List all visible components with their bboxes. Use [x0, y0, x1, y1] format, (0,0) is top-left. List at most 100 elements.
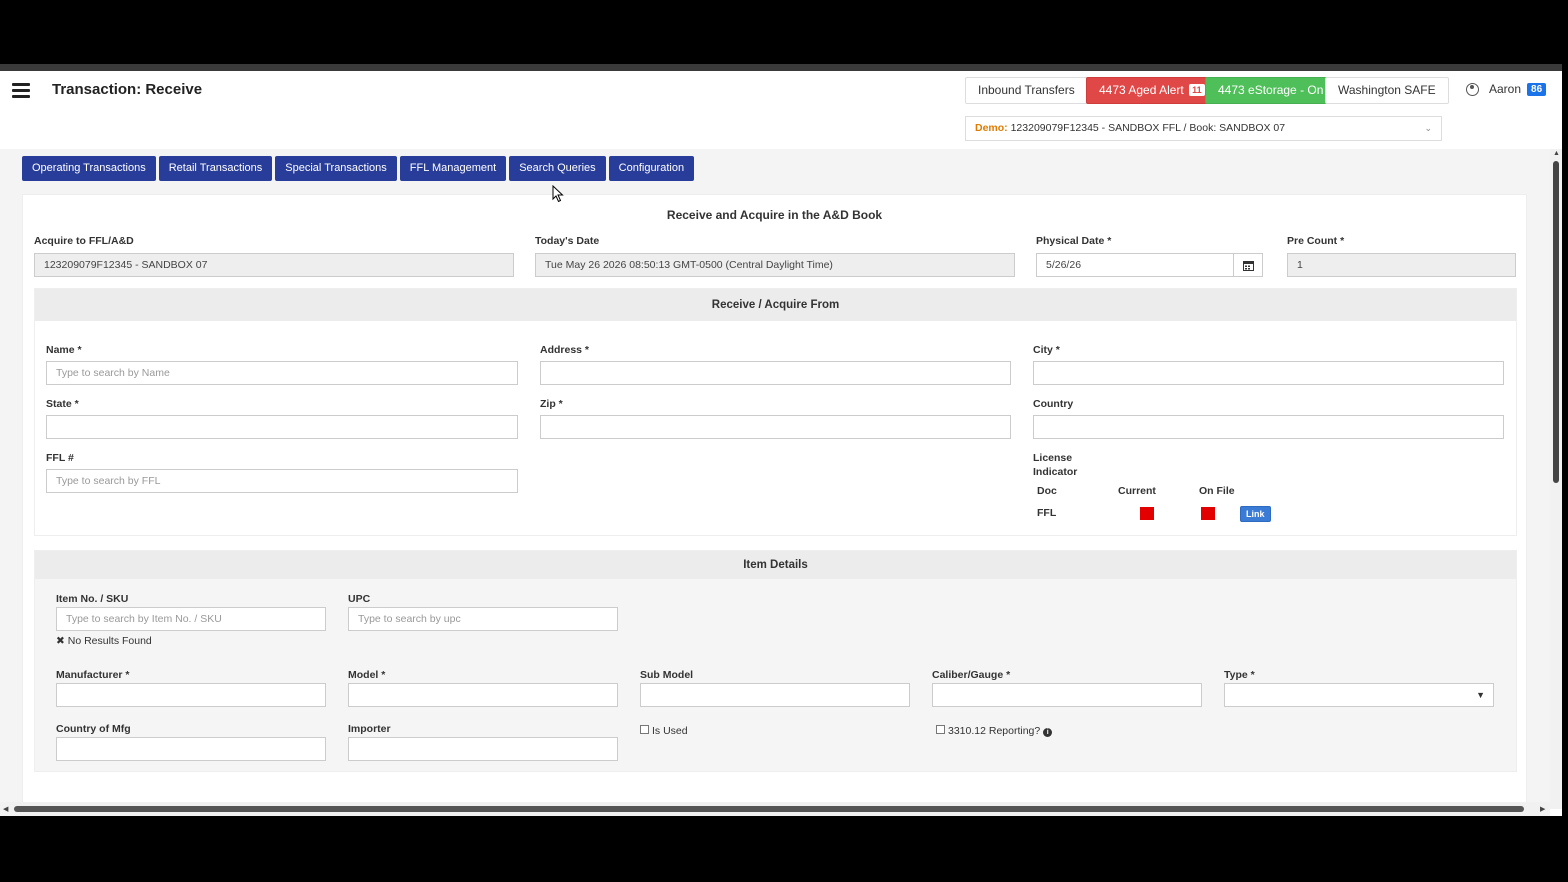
- calendar-icon: [1243, 261, 1254, 271]
- zip-input[interactable]: [540, 415, 1011, 439]
- estorage-button[interactable]: 4473 eStorage - On: [1205, 77, 1337, 104]
- model-input[interactable]: [348, 683, 618, 707]
- submodel-label: Sub Model: [640, 669, 694, 681]
- state-input[interactable]: [46, 415, 518, 439]
- caliber-label: Caliber/Gauge *: [932, 669, 1011, 681]
- demo-label: Demo:: [975, 122, 1008, 134]
- user-icon: [1466, 82, 1479, 96]
- submodel-input[interactable]: [640, 683, 910, 707]
- aged-alert-label: 4473 Aged Alert: [1099, 83, 1184, 97]
- is-used-checkbox[interactable]: [640, 725, 649, 734]
- physical-date-label: Physical Date *: [1036, 235, 1112, 247]
- importer-input[interactable]: [348, 737, 618, 761]
- license-indicator-label-1: License: [1033, 452, 1073, 464]
- item-details-body: Item No. / SKU ✖ No Results Found UPC Ma…: [35, 579, 1516, 771]
- name-label: Name *: [46, 344, 82, 356]
- physical-date-field[interactable]: [1036, 253, 1234, 277]
- scroll-left-icon[interactable]: ◀: [3, 805, 8, 813]
- pre-count-field[interactable]: [1287, 253, 1516, 277]
- col-current-header: Current: [1118, 485, 1156, 497]
- chevron-down-icon: ▼: [1476, 690, 1485, 700]
- tab-search-queries[interactable]: Search Queries: [509, 156, 606, 181]
- col-onfile-header: On File: [1199, 485, 1235, 497]
- receive-from-body: Name * Address * City * State * Zip * Co…: [35, 321, 1516, 535]
- washington-safe-button[interactable]: Washington SAFE: [1325, 77, 1449, 104]
- type-select[interactable]: ▼: [1224, 683, 1494, 707]
- horizontal-scrollbar[interactable]: ◀ ▶: [0, 802, 1550, 816]
- todays-date-field[interactable]: [535, 253, 1015, 277]
- item-details-section: Item Details Item No. / SKU ✖ No Results…: [34, 550, 1517, 772]
- manufacturer-label: Manufacturer *: [56, 669, 130, 681]
- country-mfg-label: Country of Mfg: [56, 723, 131, 735]
- pre-count-label: Pre Count *: [1287, 235, 1345, 247]
- city-input[interactable]: [1033, 361, 1504, 385]
- user-menu[interactable]: Aaron 86: [1466, 82, 1547, 96]
- license-indicator-label-2: Indicator: [1033, 466, 1078, 478]
- todays-date-label: Today's Date: [535, 235, 600, 247]
- app-window: Transaction: Receive Inbound Transfers 4…: [0, 64, 1562, 816]
- address-input[interactable]: [540, 361, 1011, 385]
- mouse-cursor-icon: [552, 185, 564, 203]
- tab-configuration[interactable]: Configuration: [608, 156, 695, 181]
- is-used-label: Is Used: [652, 725, 688, 737]
- scroll-up-icon[interactable]: ▲: [1553, 150, 1560, 157]
- horizontal-scroll-thumb[interactable]: [14, 806, 1524, 812]
- chevron-down-icon: ⌄: [1424, 123, 1432, 133]
- hamburger-menu-icon[interactable]: [12, 83, 30, 99]
- info-icon[interactable]: i: [1043, 728, 1053, 737]
- receive-from-title: Receive / Acquire From: [35, 289, 1516, 321]
- country-input[interactable]: [1033, 415, 1504, 439]
- sku-input[interactable]: [56, 607, 326, 631]
- header: Transaction: Receive Inbound Transfers 4…: [0, 71, 1562, 149]
- form-title: Receive and Acquire in the A&D Book: [666, 208, 883, 222]
- reporting-checkbox[interactable]: [936, 725, 945, 734]
- country-mfg-input[interactable]: [56, 737, 326, 761]
- vertical-scrollbar[interactable]: ▲: [1550, 149, 1562, 809]
- tab-ffl-management[interactable]: FFL Management: [399, 156, 507, 181]
- aged-alert-count-badge: 11: [1189, 84, 1205, 96]
- name-input[interactable]: [46, 361, 518, 385]
- sku-label: Item No. / SKU: [56, 593, 129, 605]
- tab-operating-transactions[interactable]: Operating Transactions: [22, 156, 156, 181]
- acquire-field[interactable]: [34, 253, 514, 277]
- inbound-transfers-button[interactable]: Inbound Transfers: [965, 77, 1088, 104]
- reporting-label: 3310.12 Reporting?: [948, 725, 1041, 737]
- book-select-value: 123209079F12345 - SANDBOX FFL / Book: SA…: [1010, 122, 1286, 134]
- no-results-message: ✖ No Results Found: [56, 635, 152, 647]
- nav-tabs: Operating Transactions Retail Transactio…: [22, 156, 697, 181]
- no-results-text: No Results Found: [67, 635, 152, 647]
- country-label: Country: [1033, 398, 1074, 410]
- reporting-option: 3310.12 Reporting? i: [948, 725, 1053, 737]
- manufacturer-input[interactable]: [56, 683, 326, 707]
- ffl-label: FFL #: [46, 452, 74, 464]
- caliber-input[interactable]: [932, 683, 1202, 707]
- close-icon: ✖: [56, 635, 65, 647]
- current-status-indicator: [1140, 507, 1154, 520]
- receive-from-section: Receive / Acquire From Name * Address * …: [34, 288, 1517, 536]
- ffl-input[interactable]: [46, 469, 518, 493]
- model-label: Model *: [348, 669, 386, 681]
- col-doc-header: Doc: [1037, 485, 1057, 497]
- page-title: Transaction: Receive: [52, 81, 203, 98]
- user-badge: 86: [1527, 82, 1547, 96]
- type-label: Type *: [1224, 669, 1255, 681]
- address-label: Address *: [540, 344, 590, 356]
- tab-retail-transactions[interactable]: Retail Transactions: [158, 156, 273, 181]
- importer-label: Importer: [348, 723, 391, 735]
- tab-special-transactions[interactable]: Special Transactions: [275, 156, 397, 181]
- upc-input[interactable]: [348, 607, 618, 631]
- state-label: State *: [46, 398, 79, 410]
- acquire-label: Acquire to FFL/A&D: [34, 235, 134, 247]
- upc-label: UPC: [348, 593, 371, 605]
- aged-alert-button[interactable]: 4473 Aged Alert 11: [1086, 77, 1218, 104]
- zip-label: Zip *: [540, 398, 563, 410]
- calendar-button[interactable]: [1233, 253, 1263, 277]
- scroll-right-icon[interactable]: ▶: [1540, 805, 1545, 813]
- row-doc-ffl: FFL: [1037, 507, 1057, 519]
- onfile-status-indicator: [1201, 507, 1215, 520]
- book-select[interactable]: Demo: 123209079F12345 - SANDBOX FFL / Bo…: [965, 116, 1442, 141]
- vertical-scroll-thumb[interactable]: [1553, 161, 1559, 483]
- city-label: City *: [1033, 344, 1060, 356]
- link-button[interactable]: Link: [1240, 506, 1271, 522]
- item-details-title: Item Details: [35, 551, 1516, 579]
